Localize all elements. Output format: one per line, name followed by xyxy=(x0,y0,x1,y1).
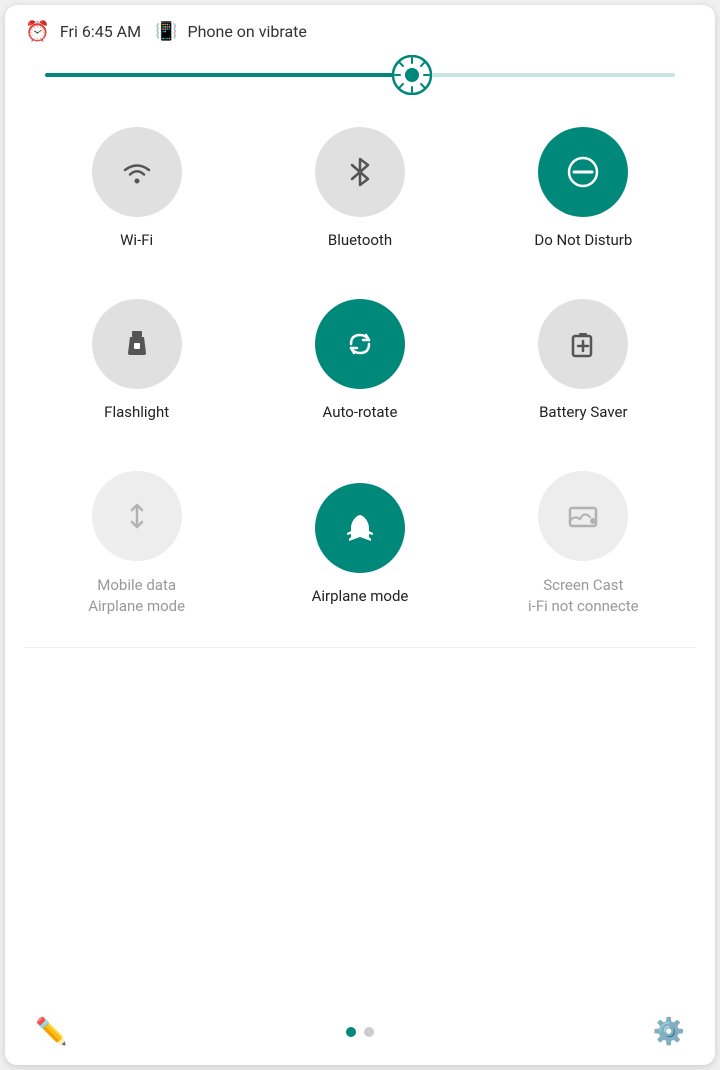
airplanemode-icon xyxy=(341,509,379,547)
brightness-thumb-icon xyxy=(392,55,432,95)
autorotate-tile[interactable]: Auto-rotate xyxy=(270,299,450,421)
flashlight-tile[interactable]: Flashlight xyxy=(47,299,227,421)
brightness-slider-container[interactable] xyxy=(5,53,715,107)
status-bar: ⏰ Fri 6:45 AM 📳 Phone on vibrate xyxy=(5,5,715,53)
airplanemode-tile[interactable]: Airplane mode xyxy=(270,483,450,605)
screencast-label: Screen Casti-Fi not connecte xyxy=(528,575,639,617)
status-time: Fri 6:45 AM xyxy=(60,22,141,41)
page-dots xyxy=(346,1027,374,1037)
screencast-icon-circle[interactable] xyxy=(538,471,628,561)
batterysaver-icon xyxy=(564,325,602,363)
donotdisturb-icon xyxy=(564,153,602,191)
bluetooth-tile[interactable]: Bluetooth xyxy=(270,127,450,249)
bluetooth-icon xyxy=(341,153,379,191)
mobiledata-icon xyxy=(118,497,156,535)
wifi-icon-circle[interactable] xyxy=(92,127,182,217)
screencast-icon xyxy=(564,497,602,535)
quick-settings-panel: ⏰ Fri 6:45 AM 📳 Phone on vibrate xyxy=(5,5,715,1065)
bluetooth-label: Bluetooth xyxy=(328,231,392,249)
wifi-icon xyxy=(118,153,156,191)
airplanemode-icon-circle[interactable] xyxy=(315,483,405,573)
donotdisturb-tile[interactable]: Do Not Disturb xyxy=(493,127,673,249)
screencast-tile[interactable]: Screen Casti-Fi not connecte xyxy=(493,471,673,617)
vibrate-text: Phone on vibrate xyxy=(187,22,306,41)
autorotate-icon-circle[interactable] xyxy=(315,299,405,389)
donotdisturb-label: Do Not Disturb xyxy=(534,231,632,249)
mobiledata-label: Mobile dataAirplane mode xyxy=(88,575,185,617)
grid-row-2: Flashlight Auto-rotate xyxy=(25,279,695,451)
dot-1 xyxy=(346,1027,356,1037)
quick-tiles-section: Wi-Fi Bluetooth Do Not Disturb xyxy=(5,107,715,647)
airplanemode-label: Airplane mode xyxy=(312,587,409,605)
batterysaver-tile[interactable]: Battery Saver xyxy=(493,299,673,421)
autorotate-label: Auto-rotate xyxy=(323,403,398,421)
brightness-track[interactable] xyxy=(45,73,675,77)
flashlight-icon-circle[interactable] xyxy=(92,299,182,389)
alarm-icon: ⏰ xyxy=(25,19,50,43)
bottom-bar: ✏️ ⚙️ xyxy=(5,999,715,1065)
vibrate-icon: 📳 xyxy=(155,21,177,42)
wifi-tile[interactable]: Wi-Fi xyxy=(47,127,227,249)
mobiledata-icon-circle[interactable] xyxy=(92,471,182,561)
batterysaver-icon-circle[interactable] xyxy=(538,299,628,389)
grid-row-1: Wi-Fi Bluetooth Do Not Disturb xyxy=(25,107,695,279)
flashlight-icon xyxy=(118,325,156,363)
donotdisturb-icon-circle[interactable] xyxy=(538,127,628,217)
grid-row-3: Mobile dataAirplane mode Airplane mode xyxy=(25,451,695,647)
dot-2 xyxy=(364,1027,374,1037)
wifi-label: Wi-Fi xyxy=(120,231,153,249)
edit-icon[interactable]: ✏️ xyxy=(35,1017,67,1047)
flashlight-label: Flashlight xyxy=(104,403,169,421)
brightness-fill xyxy=(45,73,410,77)
bluetooth-icon-circle[interactable] xyxy=(315,127,405,217)
batterysaver-label: Battery Saver xyxy=(539,403,627,421)
settings-icon[interactable]: ⚙️ xyxy=(653,1017,685,1047)
autorotate-icon xyxy=(341,325,379,363)
divider xyxy=(25,647,695,648)
mobiledata-tile[interactable]: Mobile dataAirplane mode xyxy=(47,471,227,617)
